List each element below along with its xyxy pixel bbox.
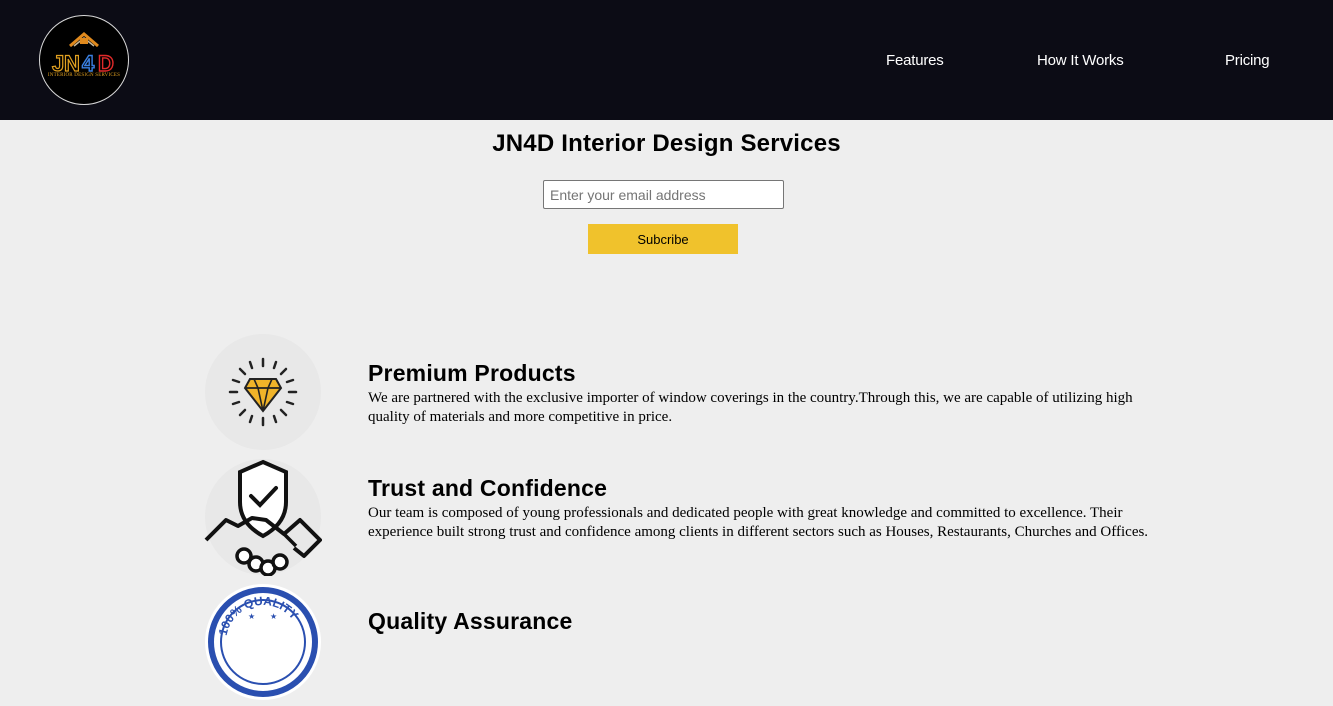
diamond-icon — [204, 333, 322, 451]
nav-features-link[interactable]: Features — [886, 52, 944, 69]
svg-text:★: ★ — [248, 612, 255, 621]
nav-how-it-works-link[interactable]: How It Works — [1037, 52, 1124, 69]
feature-title-quality-assurance: Quality Assurance — [368, 608, 573, 634]
feature-text-trust-and-confidence: Our team is composed of young profession… — [368, 505, 1149, 540]
svg-text:★: ★ — [270, 612, 277, 621]
page-title: JN4D Interior Design Services — [492, 130, 841, 157]
quality-seal-icon: 100% QUALITY ★ ★ — [204, 583, 322, 701]
feature-text-premium-products: We are partnered with the exclusive impo… — [368, 390, 1133, 425]
handshake-shield-icon — [204, 458, 322, 577]
nav-pricing-link[interactable]: Pricing — [1225, 52, 1270, 69]
brand-logo[interactable]: J N 4 D INTERIOR DESIGN SERVICES — [39, 15, 129, 105]
feature-title-premium-products: Premium Products — [368, 360, 576, 386]
subscribe-button[interactable]: Subcribe — [588, 224, 738, 254]
house-roof-icon: J N 4 D — [51, 32, 115, 77]
feature-title-trust-and-confidence: Trust and Confidence — [368, 475, 608, 501]
email-input[interactable] — [543, 180, 784, 209]
site-header: J N 4 D INTERIOR DESIGN SERVICES Feature… — [0, 0, 1333, 120]
logo-subtitle: INTERIOR DESIGN SERVICES — [47, 73, 121, 78]
